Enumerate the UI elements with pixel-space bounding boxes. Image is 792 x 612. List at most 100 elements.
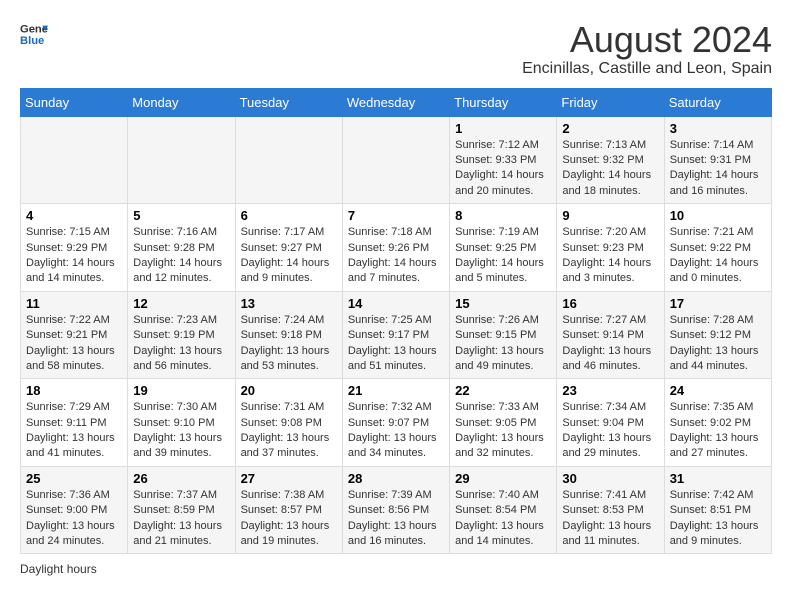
calendar-cell: 19 Sunrise: 7:30 AM Sunset: 9:10 PM Dayli… <box>128 379 235 467</box>
day-number: 26 <box>133 471 229 486</box>
calendar-cell: 1 Sunrise: 7:12 AM Sunset: 9:33 PM Daylig… <box>450 116 557 204</box>
day-number: 12 <box>133 296 229 311</box>
calendar-cell: 28 Sunrise: 7:39 AM Sunset: 8:56 PM Dayli… <box>342 466 449 554</box>
day-info: Sunrise: 7:13 AM Sunset: 9:32 PM Dayligh… <box>562 138 658 200</box>
calendar-cell: 2 Sunrise: 7:13 AM Sunset: 9:32 PM Daylig… <box>557 116 664 204</box>
day-info: Sunrise: 7:30 AM Sunset: 9:10 PM Dayligh… <box>133 400 229 462</box>
day-number: 22 <box>455 383 551 398</box>
day-info: Sunrise: 7:41 AM Sunset: 8:53 PM Dayligh… <box>562 488 658 550</box>
day-number: 18 <box>26 383 122 398</box>
calendar-cell: 24 Sunrise: 7:35 AM Sunset: 9:02 PM Dayli… <box>664 379 771 467</box>
calendar-cell: 3 Sunrise: 7:14 AM Sunset: 9:31 PM Daylig… <box>664 116 771 204</box>
day-number: 20 <box>241 383 337 398</box>
day-info: Sunrise: 7:42 AM Sunset: 8:51 PM Dayligh… <box>670 488 766 550</box>
day-number: 3 <box>670 121 766 136</box>
day-info: Sunrise: 7:36 AM Sunset: 9:00 PM Dayligh… <box>26 488 122 550</box>
calendar-cell: 9 Sunrise: 7:20 AM Sunset: 9:23 PM Daylig… <box>557 204 664 292</box>
day-info: Sunrise: 7:29 AM Sunset: 9:11 PM Dayligh… <box>26 400 122 462</box>
day-info: Sunrise: 7:16 AM Sunset: 9:28 PM Dayligh… <box>133 225 229 287</box>
day-info: Sunrise: 7:32 AM Sunset: 9:07 PM Dayligh… <box>348 400 444 462</box>
col-header-tuesday: Tuesday <box>235 88 342 116</box>
day-number: 2 <box>562 121 658 136</box>
day-info: Sunrise: 7:35 AM Sunset: 9:02 PM Dayligh… <box>670 400 766 462</box>
day-info: Sunrise: 7:15 AM Sunset: 9:29 PM Dayligh… <box>26 225 122 287</box>
day-number: 15 <box>455 296 551 311</box>
day-number: 5 <box>133 208 229 223</box>
calendar-cell: 6Sunrise: 7:17 AM Sunset: 9:27 PM Daylig… <box>235 204 342 292</box>
day-number: 9 <box>562 208 658 223</box>
calendar-cell: 5 Sunrise: 7:16 AM Sunset: 9:28 PM Daylig… <box>128 204 235 292</box>
day-number: 10 <box>670 208 766 223</box>
calendar-cell: 8Sunrise: 7:19 AM Sunset: 9:25 PM Daylig… <box>450 204 557 292</box>
day-number: 25 <box>26 471 122 486</box>
logo-icon: General Blue <box>20 20 48 48</box>
calendar-cell: 22Sunrise: 7:33 AM Sunset: 9:05 PM Dayli… <box>450 379 557 467</box>
day-info: Sunrise: 7:31 AM Sunset: 9:08 PM Dayligh… <box>241 400 337 462</box>
day-number: 14 <box>348 296 444 311</box>
title-block: August 2024 Encinillas, Castille and Leo… <box>522 20 772 78</box>
day-info: Sunrise: 7:24 AM Sunset: 9:18 PM Dayligh… <box>241 313 337 375</box>
day-info: Sunrise: 7:39 AM Sunset: 8:56 PM Dayligh… <box>348 488 444 550</box>
page-header: General Blue August 2024 Encinillas, Cas… <box>20 20 772 78</box>
calendar-cell: 21Sunrise: 7:32 AM Sunset: 9:07 PM Dayli… <box>342 379 449 467</box>
col-header-saturday: Saturday <box>664 88 771 116</box>
calendar-cell: 13 Sunrise: 7:24 AM Sunset: 9:18 PM Dayli… <box>235 291 342 379</box>
day-number: 23 <box>562 383 658 398</box>
day-info: Sunrise: 7:27 AM Sunset: 9:14 PM Dayligh… <box>562 313 658 375</box>
calendar-week-row: 25 Sunrise: 7:36 AM Sunset: 9:00 PM Dayli… <box>21 466 772 554</box>
calendar-cell: 20 Sunrise: 7:31 AM Sunset: 9:08 PM Dayli… <box>235 379 342 467</box>
page-subtitle: Encinillas, Castille and Leon, Spain <box>522 60 772 78</box>
svg-text:Blue: Blue <box>20 35 44 47</box>
day-info: Sunrise: 7:21 AM Sunset: 9:22 PM Dayligh… <box>670 225 766 287</box>
daylight-label: Daylight hours <box>20 562 97 576</box>
day-number: 13 <box>241 296 337 311</box>
calendar-cell: 27 Sunrise: 7:38 AM Sunset: 8:57 PM Dayli… <box>235 466 342 554</box>
calendar-cell: 31Sunrise: 7:42 AM Sunset: 8:51 PM Dayli… <box>664 466 771 554</box>
svg-text:General: General <box>20 24 48 36</box>
day-info: Sunrise: 7:40 AM Sunset: 8:54 PM Dayligh… <box>455 488 551 550</box>
day-number: 24 <box>670 383 766 398</box>
day-info: Sunrise: 7:18 AM Sunset: 9:26 PM Dayligh… <box>348 225 444 287</box>
day-info: Sunrise: 7:20 AM Sunset: 9:23 PM Dayligh… <box>562 225 658 287</box>
day-info: Sunrise: 7:12 AM Sunset: 9:33 PM Dayligh… <box>455 138 551 200</box>
calendar-cell: 12Sunrise: 7:23 AM Sunset: 9:19 PM Dayli… <box>128 291 235 379</box>
calendar-cell: 10 Sunrise: 7:21 AM Sunset: 9:22 PM Dayli… <box>664 204 771 292</box>
calendar-cell <box>342 116 449 204</box>
day-number: 19 <box>133 383 229 398</box>
day-number: 11 <box>26 296 122 311</box>
calendar-cell: 16 Sunrise: 7:27 AM Sunset: 9:14 PM Dayli… <box>557 291 664 379</box>
calendar-cell: 4Sunrise: 7:15 AM Sunset: 9:29 PM Daylig… <box>21 204 128 292</box>
day-info: Sunrise: 7:28 AM Sunset: 9:12 PM Dayligh… <box>670 313 766 375</box>
day-info: Sunrise: 7:37 AM Sunset: 8:59 PM Dayligh… <box>133 488 229 550</box>
day-number: 28 <box>348 471 444 486</box>
day-number: 1 <box>455 121 551 136</box>
calendar-cell: 15 Sunrise: 7:26 AM Sunset: 9:15 PM Dayli… <box>450 291 557 379</box>
logo: General Blue <box>20 20 48 48</box>
calendar-cell <box>128 116 235 204</box>
day-info: Sunrise: 7:38 AM Sunset: 8:57 PM Dayligh… <box>241 488 337 550</box>
day-number: 29 <box>455 471 551 486</box>
day-info: Sunrise: 7:26 AM Sunset: 9:15 PM Dayligh… <box>455 313 551 375</box>
day-number: 27 <box>241 471 337 486</box>
calendar-week-row: 11Sunrise: 7:22 AM Sunset: 9:21 PM Dayli… <box>21 291 772 379</box>
page-title: August 2024 <box>522 20 772 60</box>
calendar-cell: 14Sunrise: 7:25 AM Sunset: 9:17 PM Dayli… <box>342 291 449 379</box>
col-header-sunday: Sunday <box>21 88 128 116</box>
calendar-header-row: SundayMondayTuesdayWednesdayThursdayFrid… <box>21 88 772 116</box>
day-number: 17 <box>670 296 766 311</box>
col-header-wednesday: Wednesday <box>342 88 449 116</box>
col-header-friday: Friday <box>557 88 664 116</box>
day-number: 30 <box>562 471 658 486</box>
day-number: 8 <box>455 208 551 223</box>
calendar-cell: 29 Sunrise: 7:40 AM Sunset: 8:54 PM Dayli… <box>450 466 557 554</box>
calendar-cell: 17 Sunrise: 7:28 AM Sunset: 9:12 PM Dayli… <box>664 291 771 379</box>
calendar-cell: 25 Sunrise: 7:36 AM Sunset: 9:00 PM Dayli… <box>21 466 128 554</box>
calendar-cell: 30 Sunrise: 7:41 AM Sunset: 8:53 PM Dayli… <box>557 466 664 554</box>
calendar-week-row: 4Sunrise: 7:15 AM Sunset: 9:29 PM Daylig… <box>21 204 772 292</box>
day-number: 16 <box>562 296 658 311</box>
col-header-monday: Monday <box>128 88 235 116</box>
calendar-cell <box>235 116 342 204</box>
day-info: Sunrise: 7:14 AM Sunset: 9:31 PM Dayligh… <box>670 138 766 200</box>
calendar-cell: 18 Sunrise: 7:29 AM Sunset: 9:11 PM Dayli… <box>21 379 128 467</box>
day-number: 7 <box>348 208 444 223</box>
